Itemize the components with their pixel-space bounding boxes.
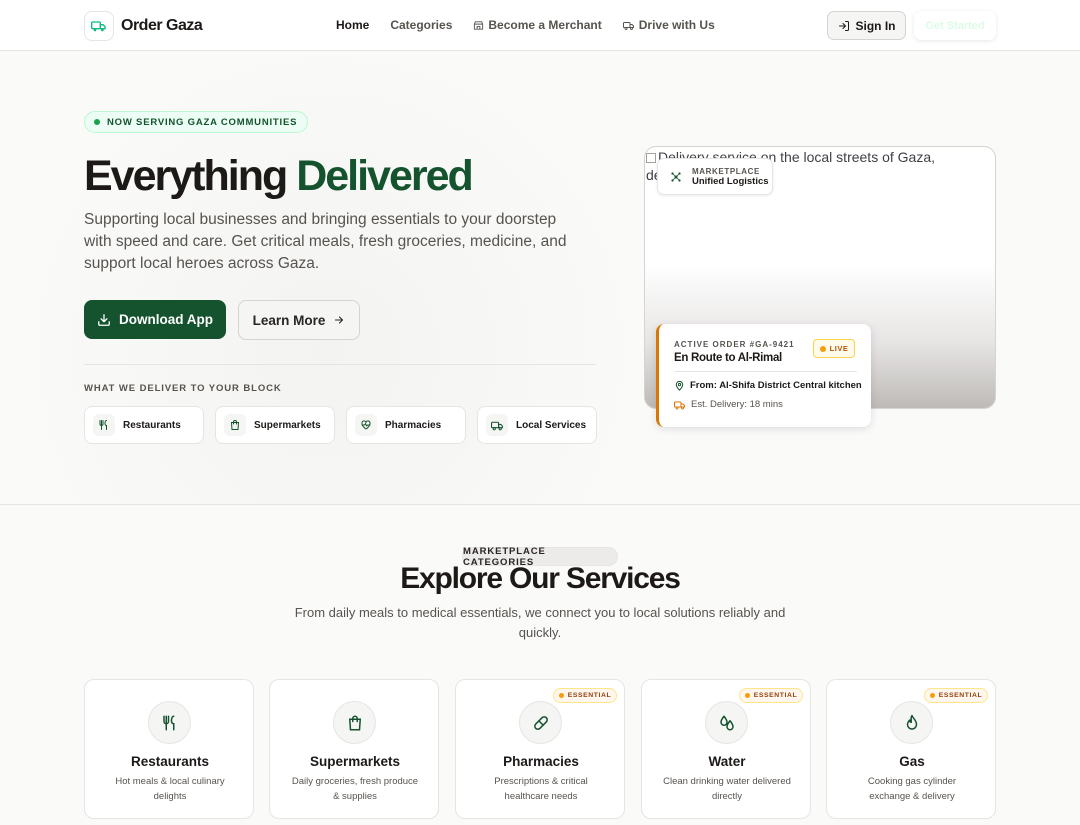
- deliver-label: WHAT WE DELIVER TO YOUR BLOCK: [84, 383, 282, 394]
- active-order-card[interactable]: ACTIVE ORDER #GA-9421 En Route to Al-Rim…: [656, 324, 871, 427]
- hero-divider: [84, 364, 596, 365]
- service-card-water[interactable]: ESSENTIAL Water Clean drinking water del…: [641, 679, 811, 819]
- serving-badge: NOW SERVING GAZA COMMUNITIES: [84, 111, 309, 133]
- get-started-button[interactable]: Get Started: [914, 11, 996, 40]
- live-dot: [819, 345, 826, 352]
- service-card-desc: Cooking gas cylinder exchange & delivery: [867, 776, 957, 802]
- nav-link-merchant[interactable]: Become a Merchant: [473, 18, 602, 32]
- service-card-name: Gas: [899, 754, 925, 769]
- store-icon: [474, 20, 484, 30]
- order-title: En Route to Al-Rimal: [674, 352, 782, 364]
- essential-badge: ESSENTIAL: [739, 688, 803, 703]
- essential-badge: ESSENTIAL: [924, 688, 988, 703]
- sign-in-label: Sign In: [855, 18, 896, 33]
- marketplace-badge: MARKETPLACE Unified Logistics: [657, 158, 773, 195]
- service-card-pharmacies[interactable]: ESSENTIAL Pharmacies Prescriptions & cri…: [455, 679, 625, 819]
- heart-pulse-icon: [355, 414, 377, 436]
- service-card-gas[interactable]: ESSENTIAL Gas Cooking gas cylinder excha…: [826, 679, 996, 819]
- service-card-desc: Daily groceries, fresh produce & supplie…: [291, 776, 419, 802]
- learn-more-label: Learn More: [252, 312, 326, 328]
- service-card-name: Pharmacies: [503, 754, 579, 769]
- serving-badge-text: NOW SERVING GAZA COMMUNITIES: [107, 116, 298, 128]
- services-title: Explore Our Services: [400, 562, 681, 595]
- chip-restaurants[interactable]: Restaurants: [84, 406, 204, 444]
- essential-dot: [558, 693, 564, 698]
- map-pin-icon: [675, 380, 684, 391]
- logo-text: Order Gaza: [121, 17, 203, 34]
- nav-link-drive[interactable]: Drive with Us: [622, 18, 715, 32]
- service-card-restaurants[interactable]: Restaurants Hot meals & local culinary d…: [84, 679, 254, 819]
- chip-supermarkets[interactable]: Supermarkets: [215, 406, 335, 444]
- service-card-desc: Prescriptions & critical healthcare need…: [494, 776, 588, 802]
- utensils-icon: [93, 414, 115, 436]
- order-from: From: Al-Shifa District Central kitchen: [674, 380, 862, 391]
- hero-title: Everything Delivered: [84, 152, 474, 201]
- order-from-text: From: Al-Shifa District Central kitchen: [690, 380, 862, 391]
- nav-link-drive-label: Drive with Us: [638, 18, 715, 32]
- hero-title-accent: Delivered: [296, 152, 474, 200]
- order-eta: Est. Delivery: 18 mins: [674, 399, 783, 410]
- live-badge: LIVE: [813, 339, 855, 358]
- service-card-name: Restaurants: [130, 754, 210, 769]
- order-divider: [674, 371, 857, 372]
- order-eta-text: Est. Delivery: 18 mins: [691, 399, 783, 410]
- marketplace-value: Unified Logistics: [692, 175, 769, 187]
- chip-local-services-label: Local Services: [516, 419, 587, 431]
- essential-dot: [929, 693, 935, 698]
- nav-link-categories[interactable]: Categories: [390, 18, 452, 32]
- order-id: ACTIVE ORDER #GA-9421: [674, 340, 795, 349]
- shopping-bag-icon: [224, 414, 246, 436]
- truck-logo-icon: [84, 11, 114, 41]
- download-app-label: Download App: [119, 312, 213, 327]
- nav-link-merchant-label: Become a Merchant: [488, 18, 602, 32]
- chip-pharmacies[interactable]: Pharmacies: [346, 406, 466, 444]
- truck-icon: [674, 401, 685, 409]
- learn-more-button[interactable]: Learn More: [238, 300, 360, 340]
- service-card-supermarkets[interactable]: Supermarkets Daily groceries, fresh prod…: [269, 679, 439, 819]
- status-dot: [94, 119, 100, 125]
- service-card-name: Supermarkets: [309, 754, 401, 769]
- download-icon: [98, 313, 110, 326]
- nav-links: Home Categories Become a Merchant Drive …: [336, 18, 715, 32]
- marketplace-label: MARKETPLACE: [692, 166, 760, 176]
- utensils-icon: [148, 701, 191, 744]
- services-description: From daily meals to medical essentials, …: [294, 605, 786, 640]
- essential-badge: ESSENTIAL: [553, 688, 617, 703]
- truck-icon: [486, 414, 508, 436]
- truck-icon: [622, 21, 634, 30]
- nav-link-home[interactable]: Home: [336, 18, 369, 32]
- hero-title-part1: Everything: [84, 152, 288, 200]
- hero-description: Supporting local businesses and bringing…: [84, 211, 567, 272]
- service-card-desc: Hot meals & local culinary delights: [115, 776, 225, 802]
- pill-icon: [519, 701, 562, 744]
- sign-in-button[interactable]: Sign In: [827, 11, 906, 40]
- essential-dot: [744, 693, 750, 698]
- marketplace-text: MARKETPLACE Unified Logistics: [692, 167, 769, 187]
- essential-label: ESSENTIAL: [753, 692, 798, 699]
- essential-label: ESSENTIAL: [938, 692, 983, 699]
- logo[interactable]: Order Gaza: [84, 11, 203, 41]
- network-icon: [671, 171, 681, 182]
- chip-restaurants-label: Restaurants: [123, 419, 181, 431]
- service-card-desc: Clean drinking water delivered directly: [663, 776, 791, 802]
- arrow-right-icon: [335, 316, 344, 324]
- log-in-icon: [838, 20, 849, 31]
- chip-pharmacies-label: Pharmacies: [385, 419, 442, 431]
- droplets-icon: [705, 701, 748, 744]
- download-app-button[interactable]: Download App: [84, 300, 226, 339]
- chip-local-services[interactable]: Local Services: [477, 406, 597, 444]
- chip-supermarkets-label: Supermarkets: [254, 419, 321, 431]
- service-card-name: Water: [708, 754, 746, 769]
- flame-icon: [890, 701, 933, 744]
- top-nav: Order Gaza Home Categories Become a Merc…: [0, 0, 1080, 51]
- broken-image-icon: [646, 153, 656, 163]
- shopping-bag-icon: [333, 701, 376, 744]
- essential-label: ESSENTIAL: [567, 692, 612, 699]
- live-badge-text: LIVE: [829, 344, 849, 353]
